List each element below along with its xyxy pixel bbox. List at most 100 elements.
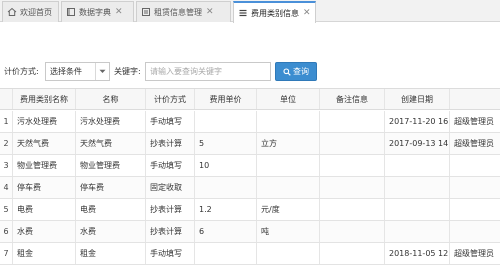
unit-cell [257,243,320,264]
created-date-cell [385,177,450,198]
pricing-method-cell: 抄表计算 [146,199,195,220]
category-name-cell: 租金 [13,243,76,264]
header-cell[interactable]: 名称 [76,89,146,109]
row-number: 2 [0,133,13,154]
created-date-cell [385,221,450,242]
close-icon[interactable]: ✕ [115,7,123,17]
keyword-input[interactable] [145,62,271,81]
keyword-label: 关键字: [114,67,141,76]
table-row[interactable]: 7 租金 租金 手动填写 2018-11-05 12 超级管理员 [0,243,500,265]
table-row[interactable]: 5 电费 电费 抄表计算 1.2 元/度 [0,199,500,221]
creator-cell [450,155,500,176]
unit-price-cell: 5 [195,133,257,154]
pricing-method-cell: 固定收取 [146,177,195,198]
form-icon [141,7,151,17]
unit-price-cell [195,243,257,264]
row-number: 6 [0,221,13,242]
table-row[interactable]: 2 天然气费 天然气费 抄表计算 5 立方 2017-09-13 14 超级管理… [0,133,500,155]
tab-data-dictionary[interactable]: 数据字典 ✕ [61,1,134,22]
row-number: 3 [0,155,13,176]
header-cell[interactable]: 费用类别名称 [13,89,76,109]
tab-rental-management[interactable]: 租赁信息管理 ✕ [136,1,231,22]
creator-cell: 超级管理员 [454,117,494,126]
category-name-cell: 水费 [13,221,76,242]
unit-price-cell [195,111,257,132]
unit-price-cell: 6 [195,221,257,242]
unit-price-cell: 1.2 [195,199,257,220]
unit-cell: 元/度 [257,199,320,220]
header-cell[interactable]: 费用单价 [195,89,257,109]
remark-cell [320,221,385,242]
tab-label: 数据字典 [79,7,111,17]
pricing-method-cell: 抄表计算 [146,133,195,154]
remark-cell [320,177,385,198]
name-cell: 租金 [76,243,146,264]
tab-label: 租赁信息管理 [154,7,202,17]
method-select[interactable]: 选择条件 [45,62,110,81]
unit-cell [257,155,320,176]
unit-cell [257,111,320,132]
table-row[interactable]: 3 物业管理费 物业管理费 手动填写 10 [0,155,500,177]
close-icon[interactable]: ✕ [206,7,214,17]
tab-label: 欢迎首页 [20,7,52,17]
created-date-cell: 2017-11-20 16 [385,111,450,132]
created-date-cell: 2017-09-13 14 [385,133,450,154]
category-name-cell: 天然气费 [13,133,76,154]
header-cell[interactable]: 备注信息 [320,89,385,109]
remark-cell [320,243,385,264]
created-date-cell: 2018-11-05 12 [385,243,450,264]
name-cell: 天然气费 [76,133,146,154]
creator-cell [450,199,500,220]
unit-price-cell: 10 [195,155,257,176]
creator-cell [450,221,500,242]
unit-cell: 立方 [257,133,320,154]
creator-cell: 超级管理员 [454,139,494,148]
row-number: 4 [0,177,13,198]
unit-cell: 吨 [257,221,320,242]
name-cell: 停车费 [76,177,146,198]
row-number: 1 [0,111,13,132]
pricing-method-cell: 抄表计算 [146,221,195,242]
created-date-cell [385,155,450,176]
tab-expense-category[interactable]: 费用类别信息 ✕ [233,1,316,23]
name-cell: 污水处理费 [76,111,146,132]
tab-welcome[interactable]: 欢迎首页 [2,1,59,22]
name-cell: 电费 [76,199,146,220]
created-date-cell [385,199,450,220]
home-icon [7,7,17,17]
chevron-down-icon[interactable] [95,63,109,80]
list-icon [238,8,248,18]
table-row[interactable]: 1 污水处理费 污水处理费 手动填写 2017-11-20 16 超级管理员 [0,111,500,133]
tab-bar: 欢迎首页 数据字典 ✕ 租赁信息管理 ✕ 费用类别信息 ✕ [0,0,500,23]
unit-cell [257,177,320,198]
name-cell: 物业管理费 [76,155,146,176]
table-row[interactable]: 4 停车费 停车费 固定收取 [0,177,500,199]
expense-category-table: 费用类别名称 名称 计价方式 费用单价 单位 备注信息 创建日期 1 污水处理费… [0,88,500,275]
pricing-method-cell: 手动填写 [146,111,195,132]
method-label: 计价方式: [4,67,39,76]
row-number: 5 [0,199,13,220]
query-button[interactable]: 查询 [275,62,317,81]
header-cell [0,89,13,109]
table-row[interactable]: 6 水费 水费 抄表计算 6 吨 [0,221,500,243]
search-icon [283,67,291,76]
header-cell[interactable]: 计价方式 [146,89,195,109]
category-name-cell: 电费 [13,199,76,220]
pricing-method-cell: 手动填写 [146,243,195,264]
creator-cell [450,177,500,198]
category-name-cell: 停车费 [13,177,76,198]
method-select-value: 选择条件 [50,67,82,76]
remark-cell [320,155,385,176]
table-header: 费用类别名称 名称 计价方式 费用单价 单位 备注信息 创建日期 [0,89,500,110]
category-name-cell: 污水处理费 [13,111,76,132]
pricing-method-cell: 手动填写 [146,155,195,176]
header-cell[interactable]: 创建日期 [385,89,450,109]
header-cell[interactable] [450,89,500,109]
category-name-cell: 物业管理费 [13,155,76,176]
row-number: 7 [0,243,13,264]
creator-cell: 超级管理员 [454,249,494,258]
close-icon[interactable]: ✕ [303,8,311,18]
header-cell[interactable]: 单位 [257,89,320,109]
name-cell: 水费 [76,221,146,242]
book-icon [66,7,76,17]
